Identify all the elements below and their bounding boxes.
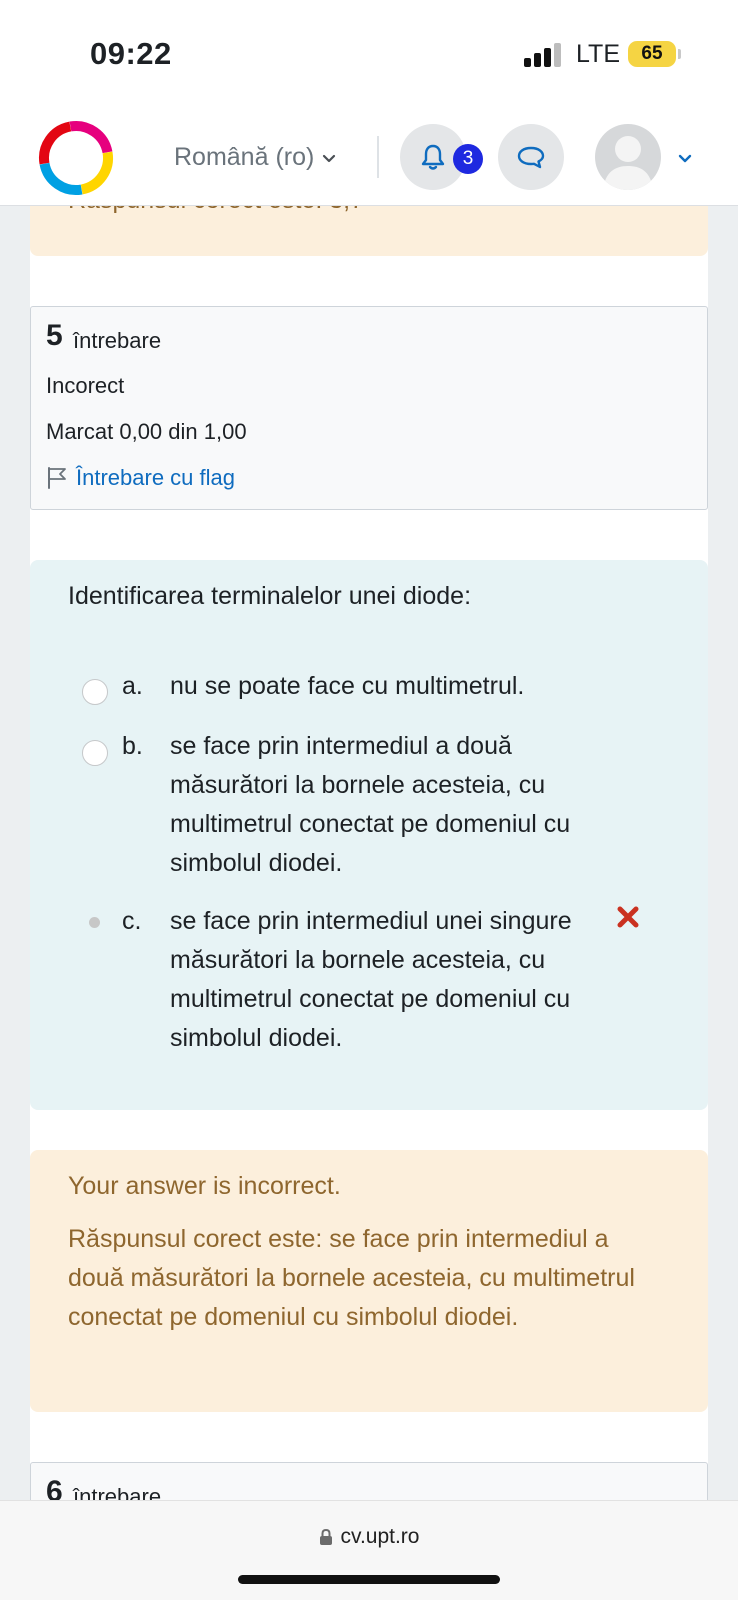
answer-text: se face prin intermediul a două măsurăto… [170,732,571,877]
navbar-divider [377,136,379,178]
url-display[interactable]: cv.upt.ro [0,1525,738,1549]
language-selector[interactable]: Română (ro) [174,143,336,172]
question-label: întrebare [73,328,162,353]
question-state: Incorect [46,373,125,398]
browser-address-bar[interactable]: cv.upt.ro [0,1500,738,1600]
battery-icon: 65 [628,41,681,67]
question-number: 5 [46,319,63,352]
answer-letter: a. [122,672,143,700]
next-question-info-box: 6 întrebare [30,1462,708,1500]
question-number: 6 [46,1475,63,1500]
feedback-correct-answer: Răspunsul corect este: se face prin inte… [68,1225,635,1331]
status-time: 09:22 [90,36,172,71]
user-menu-chevron-icon[interactable] [677,150,693,166]
user-avatar[interactable] [595,124,661,190]
answer-letter: c. [122,907,142,935]
answer-letter: b. [122,732,143,760]
bell-icon [421,144,445,170]
chevron-down-icon [323,154,336,162]
question-label: întrebare [73,1484,162,1500]
radio-b[interactable] [82,740,108,766]
messages-button[interactable] [498,124,564,190]
radio-a[interactable] [82,679,108,705]
status-bar: 09:22 LTE 65 [0,0,738,108]
notification-count-badge: 3 [453,144,483,174]
question-grade: Marcat 0,00 din 1,00 [46,419,247,444]
language-label: Română (ro) [174,143,315,171]
home-indicator[interactable] [238,1575,500,1584]
feedback-verdict: Your answer is incorrect. [68,1172,341,1200]
question-content: Identificarea terminalelor unei diode: a… [30,560,708,1110]
url-text: cv.upt.ro [340,1525,420,1548]
flag-question-link[interactable]: Întrebare cu flag [46,465,235,491]
chat-bubble-icon [517,146,545,169]
question-prompt: Identificarea terminalelor unei diode: [68,582,472,610]
quiz-review-content: Răspunsul corect este: 3,7 5 întrebare I… [0,206,738,1500]
answer-feedback: Your answer is incorrect. Răspunsul core… [30,1150,708,1412]
previous-question-feedback: Răspunsul corect este: 3,7 [30,206,708,256]
network-type: LTE [576,40,620,68]
lock-icon [319,1528,332,1545]
answer-text: nu se poate face cu multimetrul. [170,672,525,700]
radio-c-selected[interactable] [89,917,100,928]
previous-correct-answer: Răspunsul corect este: 3,7 [68,206,364,215]
signal-icon [524,43,562,67]
flag-icon [48,467,66,489]
top-navbar: Română (ro) 3 [0,108,738,206]
user-avatar-icon [603,136,653,190]
incorrect-x-icon [617,906,639,928]
site-logo[interactable] [36,118,116,198]
question-info-box: 5 întrebare Incorect Marcat 0,00 din 1,0… [30,306,708,510]
flag-question-label: Întrebare cu flag [76,465,235,490]
answer-text: se face prin intermediul unei singure mă… [170,907,572,1052]
